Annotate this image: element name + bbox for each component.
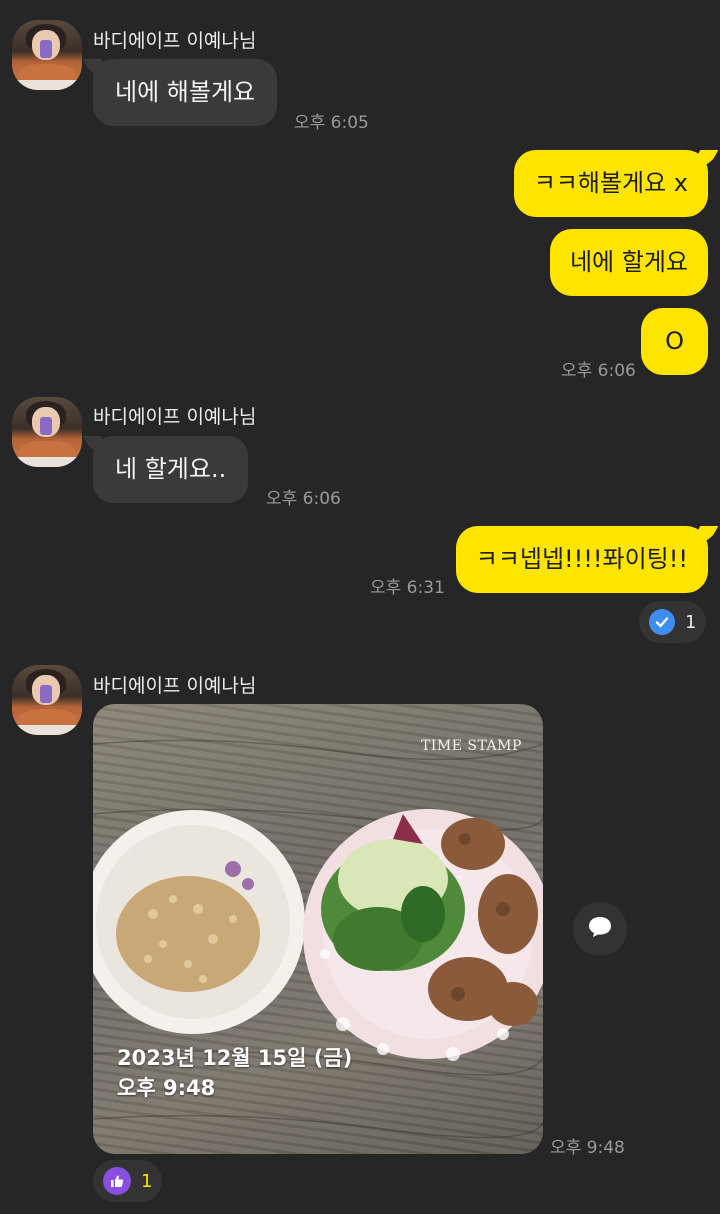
message-time: 오후 6:31 <box>370 578 445 598</box>
message-bubble-outgoing[interactable]: O <box>641 308 708 375</box>
sender-name: 바디에이프 이예나님 <box>93 675 257 697</box>
sender-name: 바디에이프 이예나님 <box>93 30 257 52</box>
message-bubble-outgoing[interactable]: 네에 할게요 <box>549 229 708 296</box>
avatar[interactable] <box>12 20 82 90</box>
avatar[interactable] <box>12 665 82 735</box>
reaction-count: 1 <box>685 611 697 633</box>
timestamp-logo: TIME STAMP <box>421 738 522 754</box>
message-bubble-outgoing[interactable]: ㅋㅋ해볼게요 x <box>513 150 708 217</box>
message-time: 오후 6:06 <box>561 361 636 381</box>
photo-date-stamp: 2023년 12월 15일 (금) <box>117 1046 353 1070</box>
share-button[interactable] <box>573 902 627 956</box>
reaction-like[interactable]: 1 <box>93 1160 163 1202</box>
photo-time-stamp: 오후 9:48 <box>117 1076 216 1100</box>
message-bubble-incoming[interactable]: 네 할게요.. <box>93 436 249 503</box>
avatar[interactable] <box>12 397 82 467</box>
photo-message[interactable]: TIME STAMP 2023년 12월 15일 (금) 오후 9:48 <box>93 704 543 1154</box>
message-bubble-incoming[interactable]: 네에 해볼게요 <box>93 59 278 126</box>
thumbs-up-icon <box>103 1167 131 1195</box>
reaction-count: 1 <box>141 1170 153 1192</box>
message-time: 오후 6:06 <box>266 489 341 509</box>
sender-name: 바디에이프 이예나님 <box>93 406 257 428</box>
message-time: 오후 9:48 <box>550 1138 625 1158</box>
speech-bubble-icon <box>587 915 613 943</box>
message-bubble-outgoing[interactable]: ㅋㅋ넵넵!!!!퐈이팅!! <box>455 526 708 593</box>
check-icon <box>649 609 675 635</box>
message-time: 오후 6:05 <box>294 113 369 133</box>
reaction-check[interactable]: 1 <box>639 601 707 643</box>
